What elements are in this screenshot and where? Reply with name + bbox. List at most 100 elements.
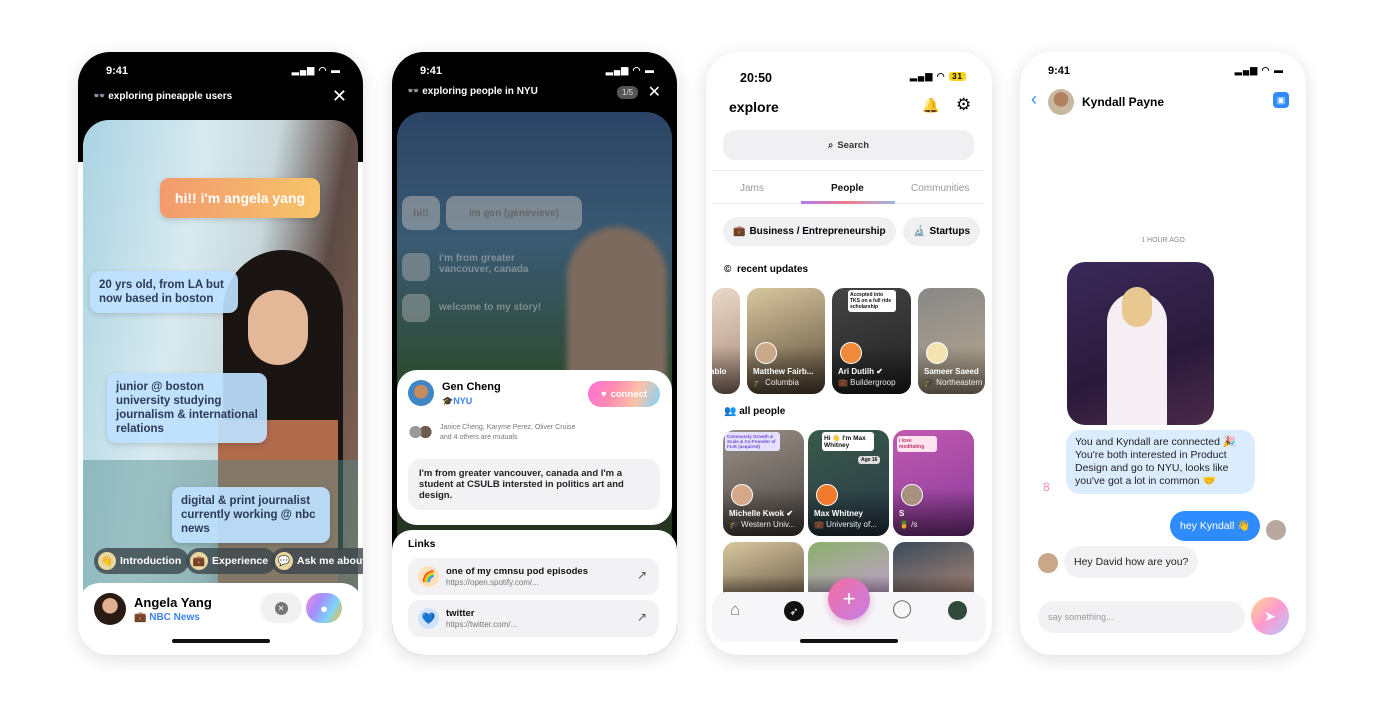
celebration-gif[interactable] [1067, 262, 1214, 425]
briefcase-icon: 💼 [733, 226, 746, 237]
gear-icon[interactable]: ⚙ [956, 95, 971, 115]
bell-icon[interactable]: 🔔 [922, 97, 939, 114]
card-name: S [899, 509, 905, 518]
link-spotify[interactable]: 🌈 one of my cmnsu pod episodes https://ope… [408, 558, 659, 595]
home-icon[interactable]: ⌂ [730, 600, 740, 620]
wave-icon: 👋 [98, 552, 116, 570]
close-icon[interactable]: ✕ [332, 86, 347, 107]
sent-message: hey Kyndall 👋 [1170, 511, 1261, 541]
status-indicators: ▂▄▆ ◠ ▬ [1234, 65, 1284, 75]
phone-chat: 9:41 ▂▄▆ ◠ ▬ ‹ Kyndall Payne ▣ 1 HOUR AGO… [1020, 52, 1306, 655]
avatar [840, 342, 862, 364]
arrow-up-right-icon: ↗ [636, 610, 647, 624]
avatar [816, 484, 838, 506]
profile-school: NYU [453, 396, 473, 406]
person-card[interactable]: Community Growth & Scale & Co-Founder of… [723, 430, 804, 536]
card-caption: Hi 👋 I'm Max Whitney [822, 432, 874, 451]
home-indicator [800, 639, 898, 643]
profile-name: Gen Cheng [442, 381, 501, 393]
recent-update-card[interactable]: ablo [712, 288, 740, 394]
header-text: exploring people in NYU [422, 86, 538, 97]
avatar[interactable] [94, 593, 126, 625]
close-circle-icon: ✕ [274, 601, 288, 615]
binoculars-icon: 👓 [407, 86, 423, 97]
story-header: 👓 exploring people in NYU [407, 86, 538, 97]
filter-chip-startups[interactable]: 🔬 Startups [903, 217, 981, 246]
battery-indicator: 31 [949, 72, 966, 81]
briefcase-icon: 💼 [134, 612, 147, 623]
section-recent-updates: © recent updates [724, 264, 808, 275]
message-button[interactable]: ● [306, 593, 342, 623]
card-name: ablo [712, 367, 727, 376]
link-title: one of my cmnsu pod episodes [446, 566, 588, 577]
card-name: Ari Dutilh ✔ [838, 367, 883, 376]
link-twitter[interactable]: 💙 twitter https://twitter.com/... ↗ [408, 600, 659, 637]
card-caption: i love meditating [897, 436, 937, 452]
compass-icon[interactable]: ➶ [784, 601, 804, 621]
section-all-people: 👥 all people [724, 406, 785, 417]
status-time: 9:41 [420, 65, 443, 77]
create-button[interactable]: + [828, 578, 870, 620]
card-sub: 💼 University of... [814, 520, 877, 529]
status-indicators: ▂▄▆ ◠ ▬ [605, 65, 655, 75]
message-input[interactable]: say something... [1038, 601, 1245, 633]
chip-experience[interactable]: 💼 Experience [186, 548, 277, 574]
back-chevron-icon[interactable]: ‹ [1031, 89, 1037, 110]
story-bubble: junior @ boston university studying jour… [107, 373, 267, 443]
mutuals-text[interactable]: Janice Cheng, Karyme Perez, Oliver Cruis… [440, 423, 575, 443]
card-name: Sameer Saeed [924, 367, 979, 376]
chat-icon[interactable]: ◯ [892, 598, 912, 619]
send-button[interactable]: ➤ [1251, 597, 1289, 635]
graduation-cap-icon: 🎓 [442, 396, 454, 406]
links-title: Links [408, 538, 436, 550]
card-sub: 🍍 /s [899, 520, 918, 529]
story-bubble: digital & print journalist currently wor… [172, 487, 330, 543]
dismiss-button[interactable]: ✕ [260, 593, 302, 623]
chip-label: Ask me about [297, 555, 363, 567]
tab-jams[interactable]: Jams [740, 183, 764, 194]
filter-chip-business[interactable]: 💼 Business / Entrepreneurship [723, 217, 896, 246]
person-card[interactable]: Hi 👋 I'm Max Whitney Age 16 Max Whitney 💼 U… [808, 430, 889, 536]
chat-timestamp: 1 HOUR AGO [1141, 237, 1185, 244]
profile-card-icon[interactable]: ▣ [1273, 92, 1289, 108]
recent-update-card[interactable]: Sameer Saeed 🎓 Northeastern [918, 288, 985, 394]
chip-label: Business / Entrepreneurship [749, 226, 886, 237]
clock-icon: © [724, 264, 732, 275]
microscope-icon: 🔬 [913, 226, 926, 237]
avatar[interactable] [408, 380, 434, 406]
status-indicators: ▂▄▆ ◠ ▬ [291, 65, 341, 75]
profile-card: Gen Cheng 🎓NYU ♥ connect Janice Cheng, Ka… [397, 370, 672, 525]
home-indicator [171, 639, 270, 643]
search-placeholder: Search [837, 139, 869, 151]
my-avatar [1266, 520, 1286, 540]
tab-people[interactable]: People [831, 183, 864, 194]
card-name: Max Whitney [814, 509, 863, 518]
card-caption: Accepted into TKS on a full ride scholar… [848, 290, 896, 312]
recent-update-card[interactable]: Accepted into TKS on a full ride scholar… [832, 288, 911, 394]
profile-avatar[interactable] [948, 601, 967, 620]
card-name: Matthew Fairb... [753, 367, 814, 376]
tab-communities[interactable]: Communities [911, 183, 969, 194]
story-line: i'm from greater vancouver, canada [439, 253, 529, 275]
contact-name[interactable]: Kyndall Payne [1082, 95, 1164, 109]
avatar [731, 484, 753, 506]
link-title: twitter [446, 608, 475, 619]
chip-label: Experience [212, 555, 269, 567]
mutuals-line: Janice Cheng, Karyme Perez, Oliver Cruis… [440, 424, 576, 431]
recent-update-card[interactable]: Matthew Fairb... 🎓 Columbia [747, 288, 825, 394]
search-icon: ⌕ [827, 139, 834, 151]
card-sub: 💼 Buildergroop [838, 378, 896, 387]
person-card[interactable]: i love meditating S 🍍 /s [893, 430, 974, 536]
chip-introduction[interactable]: 👋 Introduction [94, 548, 190, 574]
speech-icon: 💬 [275, 552, 293, 570]
card-sub: 🎓 Columbia [753, 378, 799, 387]
avatar [901, 484, 923, 506]
connect-button[interactable]: ♥ connect [588, 381, 660, 407]
chip-label: Introduction [120, 555, 182, 567]
search-input[interactable]: ⌕ Search [723, 130, 974, 160]
chip-ask-me-about[interactable]: 💬 Ask me about [271, 548, 363, 574]
close-icon[interactable]: ✕ [648, 82, 661, 102]
profile-work: NBC News [149, 612, 200, 623]
contact-avatar[interactable] [1048, 89, 1074, 115]
link-url: https://open.spotify.com/... [446, 578, 539, 587]
